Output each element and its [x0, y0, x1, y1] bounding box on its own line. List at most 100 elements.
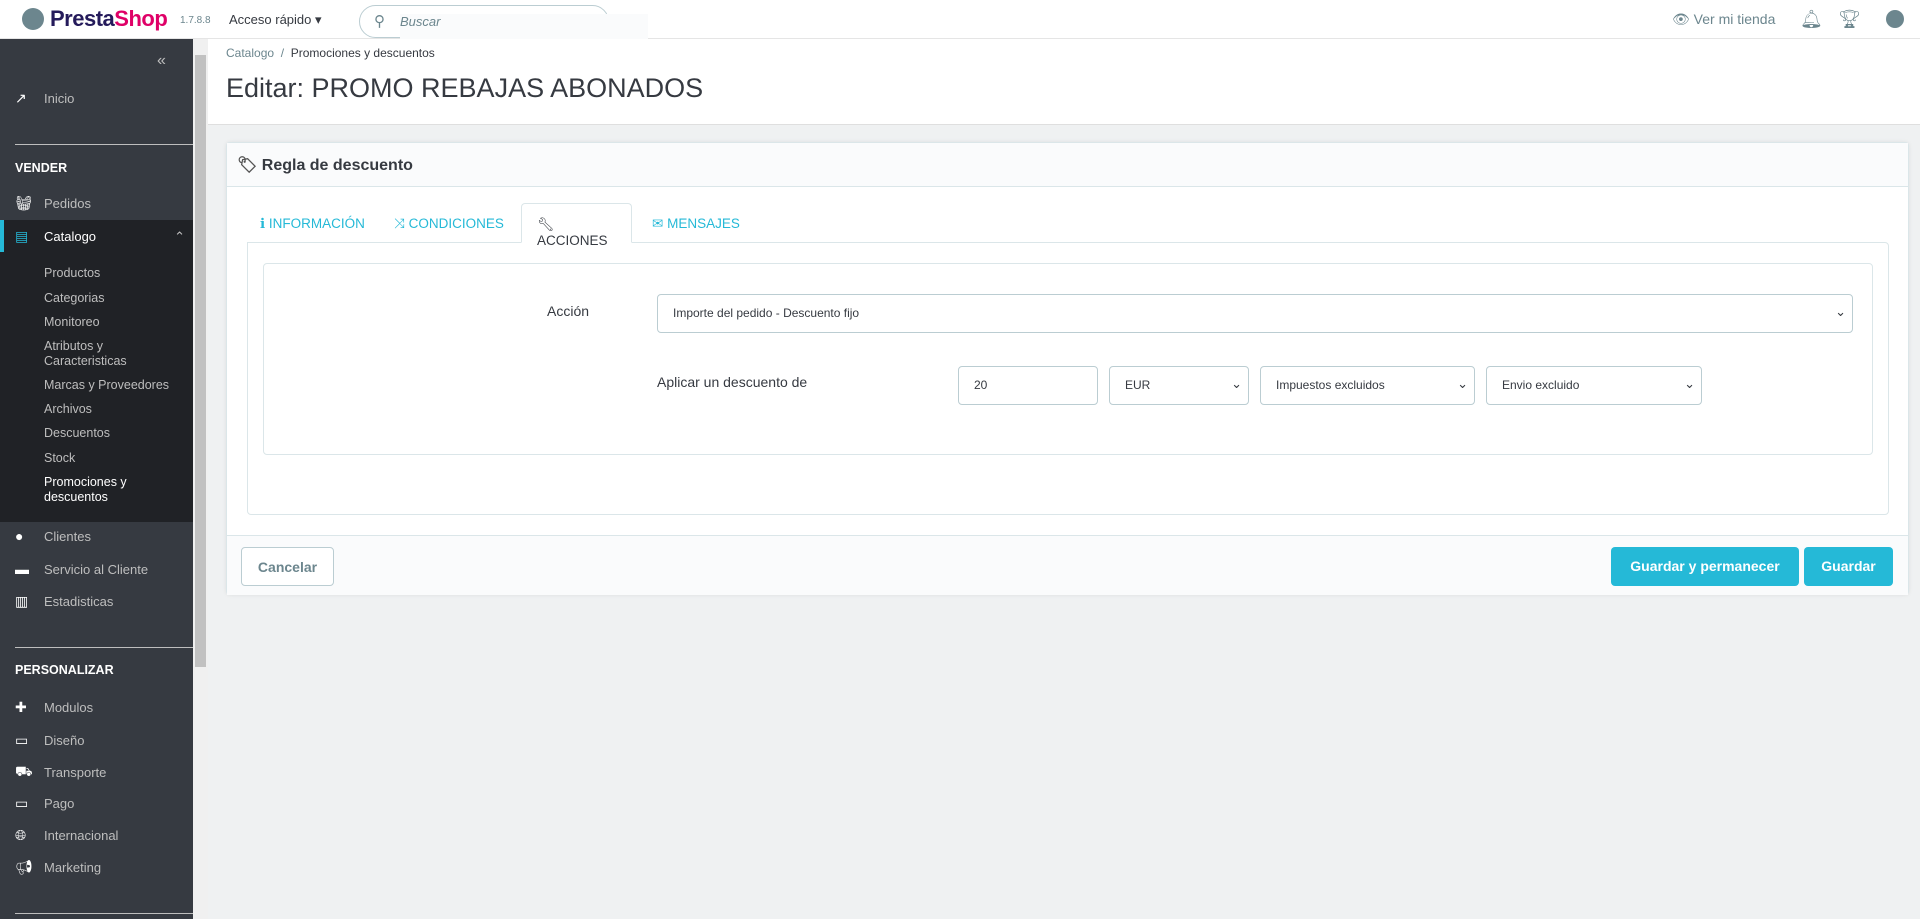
globe-icon: 🌐︎	[15, 827, 27, 843]
label: Transporte	[44, 765, 107, 780]
prestashop-logo-icon[interactable]	[22, 8, 44, 30]
divider	[15, 647, 193, 648]
sidebar-item-catalogo[interactable]: ▤ Catalogo ⌃	[15, 228, 185, 245]
tab-condiciones[interactable]: ⤨ CONDICIONES	[379, 203, 519, 243]
action-label: Acción	[547, 303, 590, 319]
tab-label: ACCIONES	[537, 233, 608, 248]
apply-discount-label: Aplicar un descuento de	[657, 374, 808, 390]
caret-down-icon: ▾	[315, 12, 322, 27]
label: Catalogo	[44, 229, 97, 244]
view-store-link[interactable]: 👁 Ver mi tienda	[1672, 11, 1775, 28]
quick-access-dropdown[interactable]: Acceso rápido ▾	[229, 12, 322, 28]
credit-card-icon: ▭	[15, 795, 29, 811]
save-button[interactable]: Guardar	[1804, 547, 1893, 586]
wrench-icon: 🔧︎	[537, 217, 555, 232]
sidebar-item-diseno[interactable]: ▭ Diseño	[15, 732, 84, 749]
sidebar-item-pedidos[interactable]: 🧺︎ Pedidos	[15, 195, 91, 212]
label: Servicio al Cliente	[44, 561, 149, 577]
sidebar-sub-archivos[interactable]: Archivos	[44, 402, 92, 417]
tab-mensajes[interactable]: ✉ MENSAJES	[637, 203, 755, 243]
envelope-icon: ✉	[652, 216, 664, 231]
cancel-button[interactable]: Cancelar	[241, 547, 334, 586]
tab-label: MENSAJES	[667, 216, 740, 231]
panel-heading: 🏷︎ Regla de descuento	[227, 143, 1908, 187]
sidebar-sub-atributos[interactable]: Atributos y Caracteristicas	[44, 339, 154, 369]
sidebar-item-inicio[interactable]: ↗ Inicio	[15, 90, 74, 107]
sidebar-sub-descuentos[interactable]: Descuentos	[44, 426, 110, 441]
currency-value: EUR	[1125, 378, 1151, 392]
sidebar-item-internacional[interactable]: 🌐︎ Internacional	[15, 827, 118, 844]
brand-logo[interactable]: PrestaShop	[50, 6, 168, 32]
megaphone-icon: 📢︎	[15, 859, 33, 875]
chevron-down-icon: ⌄	[1231, 376, 1242, 391]
account-icon[interactable]	[1886, 10, 1904, 28]
sidebar-sub-marcas[interactable]: Marcas y Proveedores	[44, 378, 169, 393]
view-store-label: Ver mi tienda	[1693, 11, 1776, 27]
chevron-down-icon: ⌄	[1457, 376, 1468, 391]
sidebar-sub-monitoreo[interactable]: Monitoreo	[44, 315, 100, 330]
user-circle-icon: ●	[15, 528, 24, 544]
trophy-icon[interactable]: 🏆︎	[1838, 9, 1861, 30]
active-indicator	[0, 220, 4, 252]
brand-b: Shop	[114, 6, 168, 31]
basket-icon: 🧺︎	[15, 195, 33, 211]
sidebar-item-transporte[interactable]: ⛟ Transporte	[15, 763, 106, 782]
tab-label: INFORMACIÓN	[268, 216, 365, 231]
page-title: Editar: PROMO REBAJAS ABONADOS	[226, 73, 704, 103]
breadcrumb-catalogo[interactable]: Catalogo	[226, 46, 274, 60]
store-icon: ▤	[15, 228, 29, 244]
sidebar-sub-categorias[interactable]: Categorias	[44, 291, 104, 306]
top-bar: PrestaShop 1.7.8.8 Acceso rápido ▾ ⚲ Bus…	[0, 0, 1920, 58]
sidebar-item-clientes[interactable]: ● Clientes	[15, 528, 91, 544]
search-icon: ⚲	[374, 13, 385, 30]
sidebar-item-modulos[interactable]: ✚ Modulos	[15, 699, 93, 716]
tab-label: CONDICIONES	[408, 216, 504, 231]
amount-input[interactable]: 20	[958, 366, 1098, 405]
collapse-sidebar-icon[interactable]: «	[157, 52, 166, 70]
quick-access-label: Acceso rápido	[229, 12, 312, 27]
divider	[15, 913, 193, 914]
action-select[interactable]: Importe del pedido - Descuento fijo ⌄	[657, 294, 1853, 333]
scrollbar-thumb[interactable]	[195, 55, 206, 667]
bar-chart-icon: ▥	[15, 593, 29, 609]
search-input[interactable]: ⚲ Buscar	[359, 5, 648, 58]
shipping-select[interactable]: Envio excluido ⌄	[1486, 366, 1702, 405]
puzzle-icon: ✚	[15, 699, 27, 715]
tab-informacion[interactable]: ℹ INFORMACIÓN	[245, 203, 380, 243]
label: Pago	[44, 796, 75, 811]
tab-acciones[interactable]: 🔧︎ ACCIONES	[521, 203, 632, 248]
version: 1.7.8.8	[180, 15, 211, 26]
trending-up-icon: ↗	[15, 90, 27, 106]
sidebar-item-pago[interactable]: ▭ Pago	[15, 795, 74, 812]
brand-a: Presta	[50, 6, 115, 31]
shuffle-icon: ⤨	[394, 216, 405, 231]
shipping-value: Envio excluido	[1502, 378, 1580, 392]
chevron-down-icon: ⌄	[1835, 304, 1846, 319]
section-vender: VENDER	[15, 161, 68, 175]
label: Modulos	[44, 700, 94, 715]
divider	[15, 144, 193, 145]
eye-icon: 👁	[1672, 11, 1690, 27]
panel-title-text: Regla de descuento	[261, 157, 413, 174]
sidebar-item-servicio[interactable]: ▬ Servicio al Cliente	[15, 561, 148, 577]
chevron-down-icon: ⌄	[1684, 376, 1695, 391]
info-icon: ℹ	[260, 216, 266, 231]
sidebar-sub-productos[interactable]: Productos	[44, 266, 100, 281]
sidebar-sub-stock[interactable]: Stock	[44, 451, 75, 466]
sidebar-sub-promociones[interactable]: Promociones y descuentos	[44, 475, 154, 505]
currency-select[interactable]: EUR ⌄	[1109, 366, 1249, 405]
label: Inicio	[44, 91, 75, 106]
tax-select[interactable]: Impuestos excluidos ⌄	[1260, 366, 1475, 405]
label: Marketing	[44, 860, 102, 875]
tax-value: Impuestos excluidos	[1276, 378, 1385, 392]
tab-content: Acción Importe del pedido - Descuento fi…	[247, 242, 1889, 515]
truck-icon: ⛟	[15, 763, 33, 779]
sidebar-item-estadisticas[interactable]: ▥ Estadisticas	[15, 593, 113, 610]
chevron-up-icon: ⌃	[174, 228, 185, 244]
bell-icon[interactable]: 🔔︎	[1800, 9, 1823, 30]
label: Pedidos	[44, 196, 91, 211]
save-and-stay-button[interactable]: Guardar y permanecer	[1611, 547, 1799, 586]
breadcrumb: Catalogo / Promociones y descuentos	[226, 46, 435, 60]
sidebar-item-marketing[interactable]: 📢︎ Marketing	[15, 859, 101, 876]
monitor-icon: ▭	[15, 732, 29, 748]
